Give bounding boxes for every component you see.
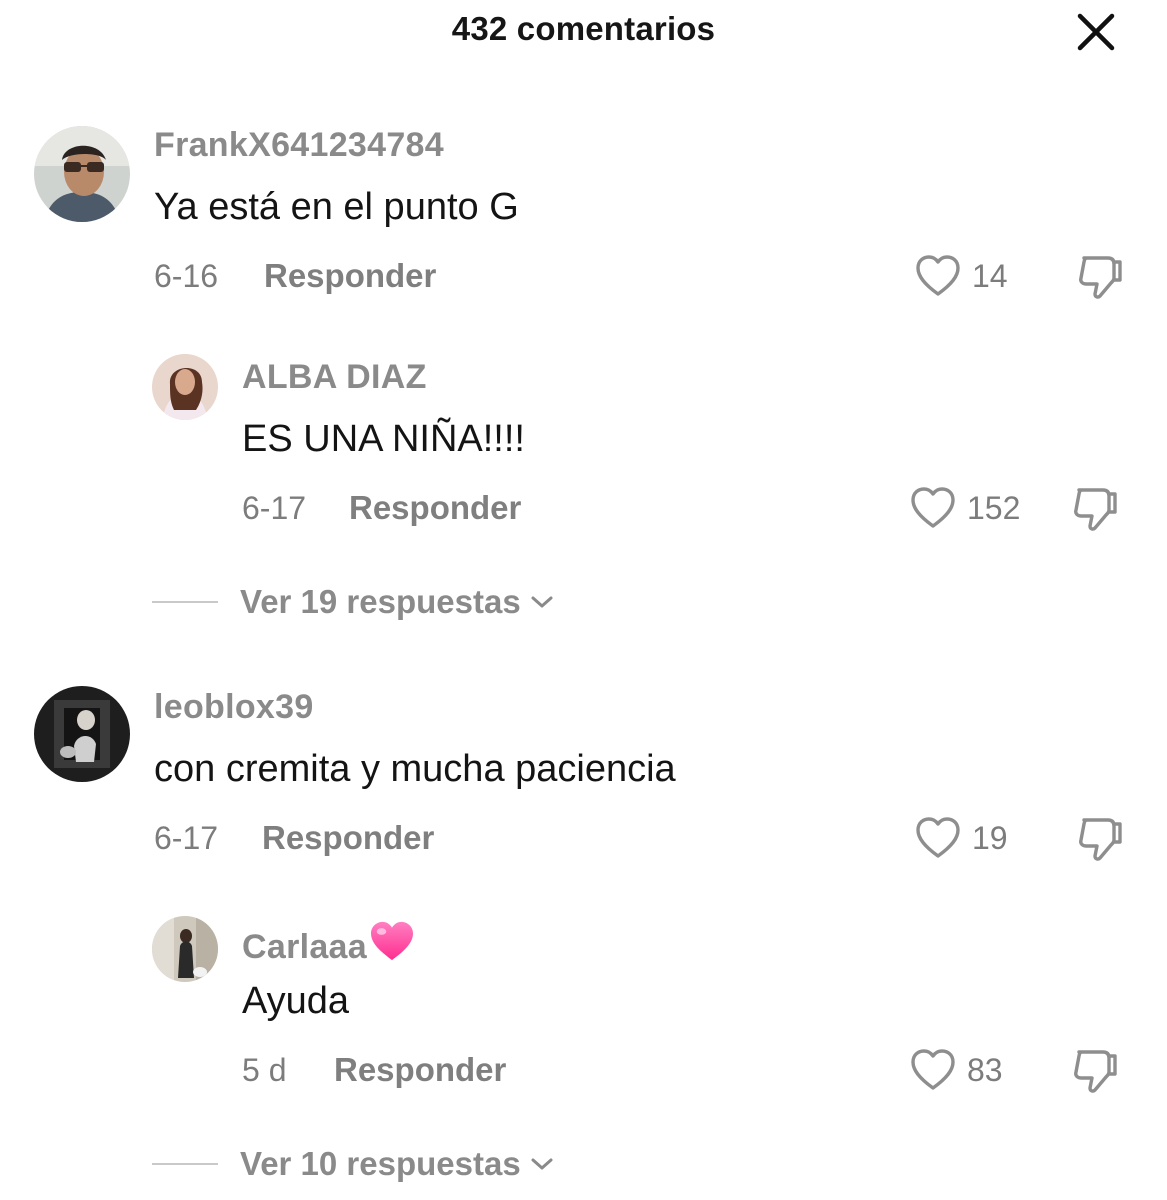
comment-text: Ya está en el punto G xyxy=(154,186,519,228)
reply-button[interactable]: Responder xyxy=(349,489,521,527)
dislike-icon[interactable] xyxy=(1076,814,1126,864)
reply-button[interactable]: Responder xyxy=(264,257,436,295)
comment-text: Ayuda xyxy=(242,980,350,1022)
comment-date: 5 d xyxy=(242,1052,287,1088)
view-replies-label: Ver 19 respuestas xyxy=(240,583,521,620)
chevron-down-icon xyxy=(531,1158,553,1170)
comment-text: ES UNA NIÑA!!!! xyxy=(242,418,525,460)
dislike-icon[interactable] xyxy=(1071,1046,1121,1096)
divider xyxy=(152,1163,218,1165)
comments-sheet: 432 comentarios FrankX641234784 Ya está … xyxy=(0,0,1167,1200)
avatar[interactable] xyxy=(34,126,130,222)
dislike-icon[interactable] xyxy=(1071,484,1121,534)
close-icon[interactable] xyxy=(1072,8,1120,56)
like-button[interactable]: 83 xyxy=(909,1048,1003,1092)
comment-username[interactable]: Carlaaa xyxy=(242,920,415,967)
like-button[interactable]: 19 xyxy=(914,816,1008,860)
like-count: 152 xyxy=(967,489,1021,526)
reply-button[interactable]: Responder xyxy=(262,819,434,857)
like-button[interactable]: 152 xyxy=(909,486,1020,530)
view-replies-label: Ver 10 respuestas xyxy=(240,1145,521,1182)
username-text: Carlaaa xyxy=(242,928,367,966)
like-button[interactable]: 14 xyxy=(914,254,1008,298)
avatar[interactable] xyxy=(152,916,218,982)
avatar[interactable] xyxy=(152,354,218,420)
comment-date: 6-17 xyxy=(154,820,219,856)
heart-icon xyxy=(916,817,960,858)
comment-date: 6-17 xyxy=(242,490,307,526)
comments-count-title: 432 comentarios xyxy=(451,10,716,47)
comment-username[interactable]: FrankX641234784 xyxy=(154,126,444,165)
avatar[interactable] xyxy=(34,686,130,782)
divider xyxy=(152,601,218,603)
comment-date: 6-16 xyxy=(154,258,219,294)
comment-username[interactable]: ALBA DIAZ xyxy=(242,358,427,397)
like-count: 19 xyxy=(972,819,1008,856)
dislike-icon[interactable] xyxy=(1076,252,1126,302)
like-count: 14 xyxy=(972,257,1008,294)
heart-icon xyxy=(911,487,955,528)
heart-icon xyxy=(911,1049,955,1090)
comment-text: con cremita y mucha paciencia xyxy=(154,748,676,790)
view-replies-button[interactable]: Ver 10 respuestas xyxy=(152,1145,555,1183)
pink-heart-icon xyxy=(370,921,413,961)
like-count: 83 xyxy=(967,1051,1003,1088)
reply-button[interactable]: Responder xyxy=(334,1051,506,1089)
heart-icon xyxy=(916,255,960,296)
chevron-down-icon xyxy=(531,596,553,608)
comment-username[interactable]: leoblox39 xyxy=(154,688,314,727)
view-replies-button[interactable]: Ver 19 respuestas xyxy=(152,583,555,621)
